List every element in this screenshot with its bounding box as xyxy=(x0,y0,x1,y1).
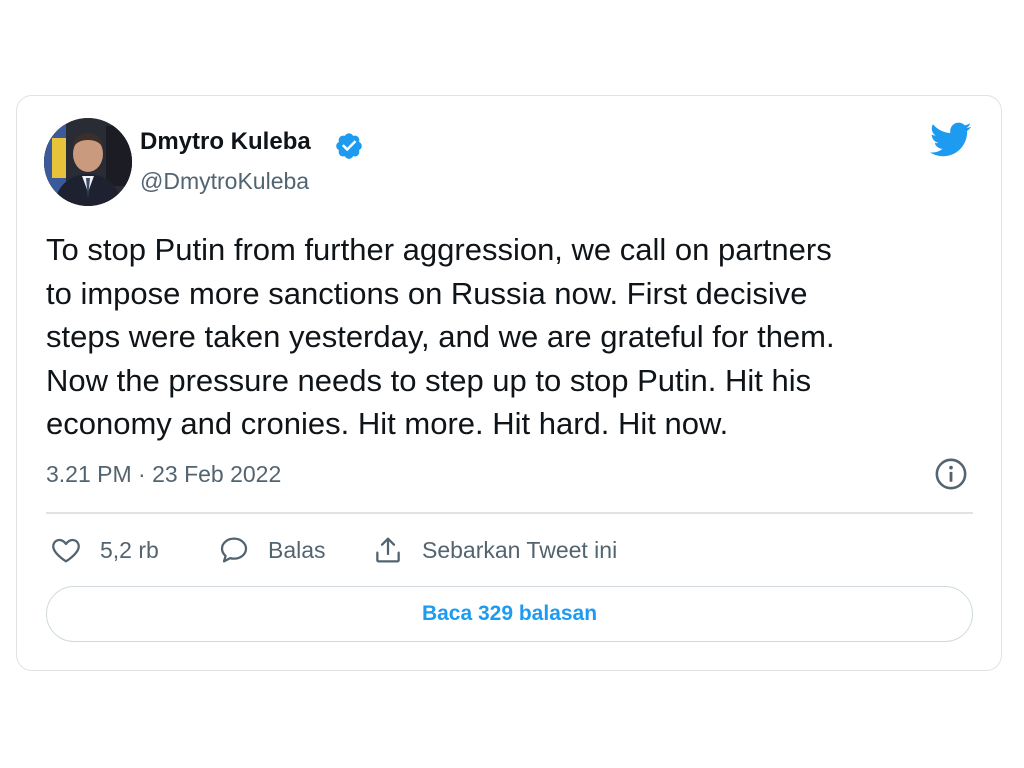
heart-icon xyxy=(52,538,80,563)
reply-label: Balas xyxy=(268,536,326,563)
divider xyxy=(46,512,973,514)
tweet-timestamp[interactable]: 3.21 PM · 23 Feb 2022 xyxy=(46,461,281,488)
twitter-bird-icon[interactable] xyxy=(930,122,972,158)
share-label: Sebarkan Tweet ini xyxy=(422,536,618,563)
tweet-text-line: To stop Putin from further aggression, w… xyxy=(46,232,832,267)
reply-button[interactable]: Balas xyxy=(218,532,326,568)
info-icon[interactable] xyxy=(934,457,968,491)
author-name[interactable]: Dmytro Kuleba xyxy=(140,128,311,156)
author-handle[interactable]: @DmytroKuleba xyxy=(140,168,309,195)
read-replies-button[interactable]: Baca 329 balasan xyxy=(46,586,973,642)
share-button[interactable]: Sebarkan Tweet ini xyxy=(372,532,617,568)
like-button[interactable]: 5,2 rb xyxy=(50,532,159,568)
tweet-text-line: Now the pressure needs to step up to sto… xyxy=(46,362,812,398)
tweet-text-line: to impose more sanctions on Russia now. … xyxy=(46,275,808,311)
like-count: 5,2 rb xyxy=(100,536,159,563)
verified-badge-icon xyxy=(336,133,362,159)
speech-bubble-icon xyxy=(220,537,248,563)
tweet-text: To stop Putin from further aggression, w… xyxy=(46,228,976,446)
share-icon xyxy=(376,537,400,563)
tweet-text-line: steps were taken yesterday, and we are g… xyxy=(46,319,835,354)
tweet-text-line: economy and cronies. Hit more. Hit hard.… xyxy=(46,406,729,441)
avatar[interactable] xyxy=(44,118,132,206)
